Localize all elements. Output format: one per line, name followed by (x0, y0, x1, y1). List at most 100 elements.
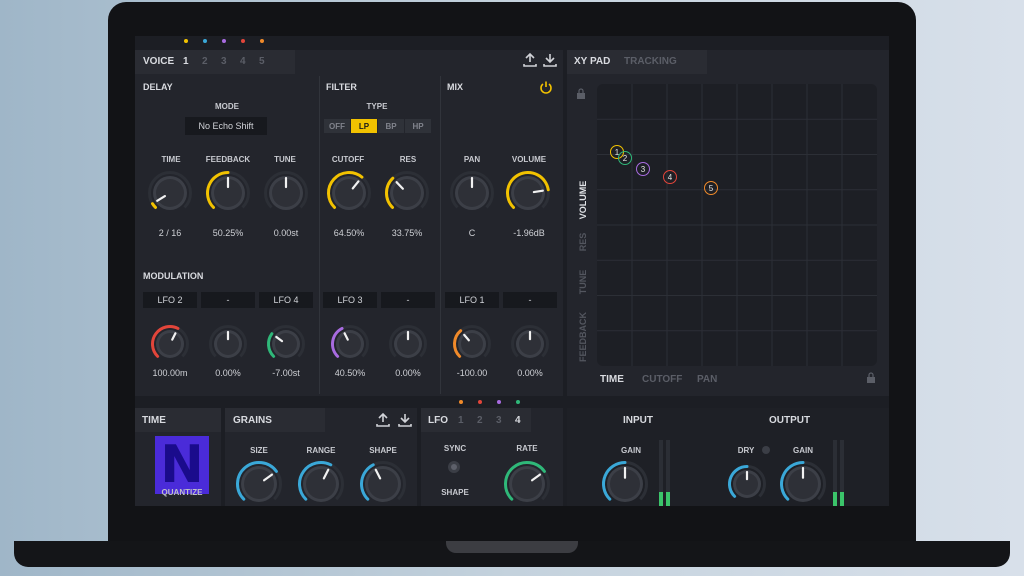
mix-pan-knob[interactable] (449, 170, 495, 216)
laptop-notch (446, 541, 578, 553)
filter-type-bp[interactable]: BP (378, 119, 404, 133)
xy-pad-area[interactable]: 1 2 3 4 5 (597, 84, 877, 366)
delay-mode-select[interactable]: No Echo Shift (185, 117, 267, 135)
mod-source-1[interactable]: LFO 2 (143, 292, 197, 308)
xy-point-4[interactable]: 4 (663, 170, 677, 184)
lfo-sync-label: SYNC (443, 444, 467, 453)
mod-amount-knob-4[interactable] (330, 324, 370, 364)
lfo-dot-2 (478, 400, 482, 404)
voice-tab-5[interactable]: 5 (259, 56, 265, 67)
filter-type-label: TYPE (366, 102, 388, 111)
filter-cutoff-knob[interactable] (326, 170, 372, 216)
xy-pad-grid (597, 84, 877, 366)
voice-dot-2 (203, 39, 207, 43)
knob-label-tune: TUNE (274, 155, 296, 164)
delay-time-value: 2 / 16 (158, 228, 182, 238)
mod-amount-knob-1[interactable] (150, 324, 190, 364)
download-icon[interactable] (542, 52, 558, 68)
xy-point-3[interactable]: 3 (636, 162, 650, 176)
lfo-title: LFO (428, 415, 448, 426)
filter-type-hp[interactable]: HP (405, 119, 431, 133)
knob-label-time: TIME (161, 155, 181, 164)
xy-point-2[interactable]: 2 (618, 151, 632, 165)
mix-volume-knob[interactable] (505, 170, 551, 216)
lfo-tab-3[interactable]: 3 (496, 415, 502, 426)
mod-value-7: 0.00% (517, 368, 543, 378)
grains-shape-knob[interactable] (359, 460, 407, 506)
delay-feedback-value: 50.25% (212, 228, 244, 238)
upload-icon[interactable] (375, 412, 391, 428)
voice-dot-1 (184, 39, 188, 43)
output-dry-knob[interactable] (727, 464, 767, 504)
y-axis-tune[interactable]: TUNE (578, 262, 588, 302)
mod-source-7[interactable]: - (503, 292, 557, 308)
delay-mode-label: MODE (215, 102, 239, 111)
input-gain-label: GAIN (621, 446, 641, 455)
delay-time-knob[interactable] (147, 170, 193, 216)
mod-source-2[interactable]: - (201, 292, 255, 308)
x-axis-cutoff[interactable]: CUTOFF (642, 374, 682, 385)
tab-xy-pad[interactable]: XY PAD (574, 56, 610, 67)
dry-toggle-icon[interactable] (761, 445, 771, 455)
delay-feedback-knob[interactable] (205, 170, 251, 216)
knob-label-feedback: FEEDBACK (205, 155, 251, 164)
mod-value-3: -7.00st (272, 368, 300, 378)
mod-amount-knob-2[interactable] (208, 324, 248, 364)
n-logo: N (155, 436, 209, 494)
output-gain-knob[interactable] (779, 460, 827, 506)
mod-amount-knob-7[interactable] (510, 324, 550, 364)
tab-tracking[interactable]: TRACKING (624, 56, 677, 67)
sync-toggle-icon[interactable] (447, 460, 461, 474)
lfo-tab-1[interactable]: 1 (458, 415, 464, 426)
input-gain-knob[interactable] (601, 460, 649, 506)
time-title: TIME (142, 415, 166, 426)
y-axis-volume[interactable]: VOLUME (578, 175, 588, 225)
mod-source-5[interactable]: - (381, 292, 435, 308)
filter-type-lp[interactable]: LP (351, 119, 377, 133)
x-axis-time[interactable]: TIME (600, 374, 624, 385)
n-logo-letter: N (160, 435, 204, 495)
xy-point-5[interactable]: 5 (704, 181, 718, 195)
power-icon[interactable] (539, 80, 553, 94)
voice-tab-1[interactable]: 1 (183, 56, 189, 67)
mod-source-6[interactable]: LFO 1 (445, 292, 499, 308)
lock-icon[interactable] (866, 372, 876, 384)
knob-label-res: RES (399, 155, 417, 164)
voice-dot-5 (260, 39, 264, 43)
lock-icon[interactable] (576, 88, 586, 100)
voice-tab-4[interactable]: 4 (240, 56, 246, 67)
mod-value-2: 0.00% (215, 368, 241, 378)
knob-label-cutoff: CUTOFF (331, 155, 365, 164)
mod-source-3[interactable]: LFO 4 (259, 292, 313, 308)
input-title: INPUT (623, 415, 653, 426)
x-axis-pan[interactable]: PAN (697, 374, 717, 385)
mod-amount-knob-6[interactable] (452, 324, 492, 364)
upload-icon[interactable] (522, 52, 538, 68)
lfo-tab-2[interactable]: 2 (477, 415, 483, 426)
filter-res-knob[interactable] (384, 170, 430, 216)
delay-tune-knob[interactable] (263, 170, 309, 216)
mod-amount-knob-3[interactable] (266, 324, 306, 364)
grains-range-label: RANGE (306, 446, 336, 455)
mod-value-4: 40.50% (334, 368, 366, 378)
mix-volume-value: -1.96dB (513, 228, 545, 238)
voice-tab-3[interactable]: 3 (221, 56, 227, 67)
y-axis-res[interactable]: RES (578, 222, 588, 262)
y-axis-feedback[interactable]: FEEDBACK (578, 304, 588, 370)
mod-value-5: 0.00% (395, 368, 421, 378)
mod-source-4[interactable]: LFO 3 (323, 292, 377, 308)
grains-range-knob[interactable] (297, 460, 345, 506)
filter-cutoff-value: 64.50% (333, 228, 365, 238)
lfo-tab-4[interactable]: 4 (515, 415, 521, 426)
download-icon[interactable] (397, 412, 413, 428)
lfo-dot-1 (459, 400, 463, 404)
delay-tune-value: 0.00st (273, 228, 299, 238)
grains-title: GRAINS (233, 415, 272, 426)
grains-size-knob[interactable] (235, 460, 283, 506)
voice-tab-2[interactable]: 2 (202, 56, 208, 67)
input-meter-left (659, 440, 663, 506)
mod-amount-knob-5[interactable] (388, 324, 428, 364)
filter-type-off[interactable]: OFF (324, 119, 350, 133)
mix-title: MIX (447, 82, 464, 92)
lfo-rate-knob[interactable] (503, 460, 551, 506)
